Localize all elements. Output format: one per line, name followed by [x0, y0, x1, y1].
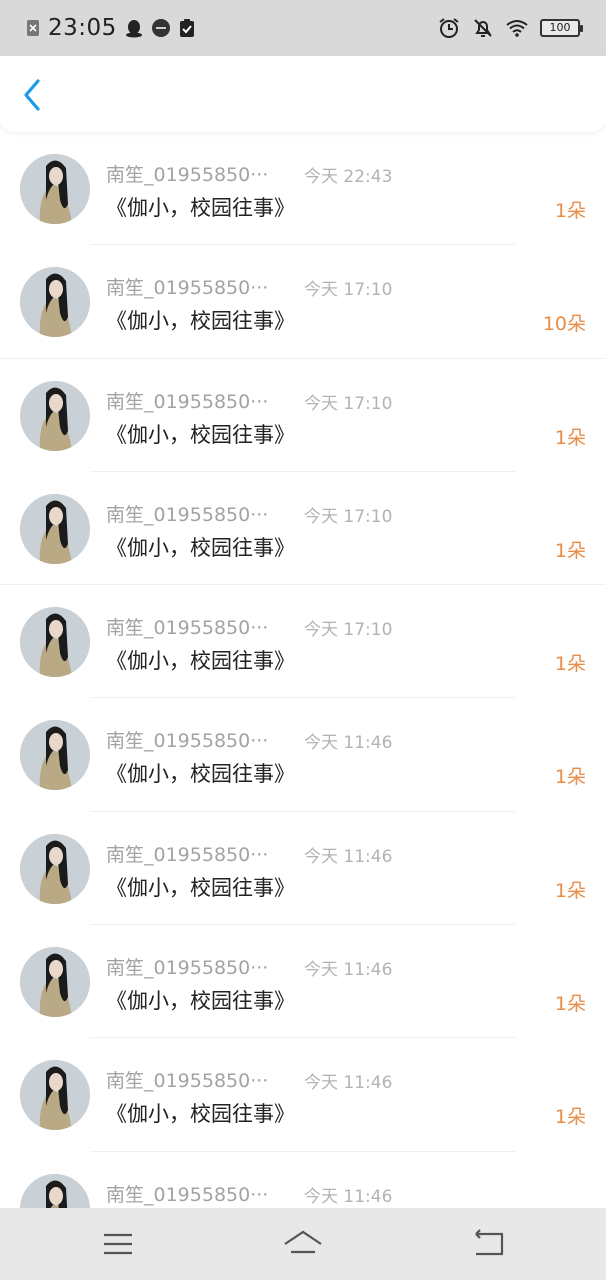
flower-count: 1朵 [554, 653, 586, 676]
battery-indicator: 100 [540, 19, 583, 37]
flower-count: 1朵 [554, 426, 586, 449]
book-title: 《伽小，校园往事》 [106, 309, 295, 334]
send-time: 今天 17:10 [304, 620, 393, 641]
avatar [20, 267, 90, 338]
flower-count: 1朵 [554, 993, 586, 1016]
avatar [20, 380, 90, 451]
sender-name: 南笙_01955850··· [106, 277, 269, 300]
book-title: 《伽小，校园往事》 [106, 875, 295, 900]
book-title: 《伽小，校园往事》 [106, 196, 295, 220]
gift-list: 南笙_01955850··· 今天 22:43 《伽小，校园往事》 1朵 南笙_… [0, 132, 606, 1265]
book-title: 《伽小，校园往事》 [106, 649, 295, 674]
book-title: 《伽小，校园往事》 [106, 422, 295, 447]
sender-name: 南笙_01955850··· [106, 957, 269, 980]
list-item[interactable]: 南笙_01955850··· 今天 11:46 《伽小，校园往事》 1朵 [0, 925, 606, 1039]
sender-name: 南笙_01955850··· [106, 164, 269, 186]
avatar [20, 947, 90, 1018]
sender-name: 南笙_01955850··· [106, 503, 269, 526]
app-badge-icon [151, 18, 171, 38]
status-time: 23:05 [48, 15, 117, 41]
avatar [20, 1060, 90, 1131]
status-bar: 23:05 100 [0, 0, 606, 56]
list-item[interactable]: 南笙_01955850··· 今天 11:46 《伽小，校园往事》 1朵 [0, 1038, 606, 1152]
send-time: 今天 17:10 [304, 280, 393, 301]
list-item[interactable]: 南笙_01955850··· 今天 11:46 《伽小，校园往事》 1朵 [0, 812, 606, 926]
bell-off-icon [472, 17, 494, 39]
list-item[interactable]: 南笙_01955850··· 今天 17:10 《伽小，校园往事》 10朵 [0, 245, 606, 359]
sender-name: 南笙_01955850··· [106, 390, 269, 413]
notification-x-icon [26, 19, 40, 37]
flower-count: 1朵 [554, 879, 586, 902]
home-icon[interactable] [283, 1224, 323, 1264]
list-item[interactable]: 南笙_01955850··· 今天 17:10 《伽小，校园往事》 1朵 [0, 472, 606, 586]
flower-count: 1朵 [554, 539, 586, 562]
wifi-icon [506, 19, 528, 37]
list-item[interactable]: 南笙_01955850··· 今天 17:10 《伽小，校园往事》 1朵 [0, 359, 606, 472]
book-title: 《伽小，校园往事》 [106, 535, 295, 560]
book-title: 《伽小，校园往事》 [106, 762, 295, 787]
sender-name: 南笙_01955850··· [106, 730, 269, 753]
sender-name: 南笙_01955850··· [106, 843, 269, 866]
send-time: 今天 17:10 [304, 506, 393, 527]
send-time: 今天 11:46 [304, 1186, 393, 1207]
return-icon[interactable] [468, 1224, 508, 1264]
avatar [20, 493, 90, 564]
flower-count: 10朵 [542, 313, 586, 336]
list-item[interactable]: 南笙_01955850··· 今天 17:10 《伽小，校园往事》 1朵 [0, 585, 606, 699]
list-item[interactable]: 南笙_01955850··· 今天 22:43 《伽小，校园往事》 1朵 [0, 132, 606, 246]
avatar [20, 154, 90, 224]
send-time: 今天 22:43 [304, 167, 393, 187]
sender-name: 南笙_01955850··· [106, 1183, 269, 1206]
qq-icon [125, 18, 143, 38]
flower-count: 1朵 [554, 200, 586, 222]
list-item[interactable]: 南笙_01955850··· 今天 11:46 《伽小，校园往事》 1朵 [0, 698, 606, 812]
avatar [20, 607, 90, 678]
book-title: 《伽小，校园往事》 [106, 989, 295, 1014]
back-chevron-icon[interactable] [20, 79, 50, 111]
send-time: 今天 11:46 [304, 960, 393, 981]
flower-count: 1朵 [554, 1106, 586, 1129]
avatar [20, 720, 90, 791]
send-time: 今天 11:46 [304, 846, 393, 867]
nav-bar [0, 56, 606, 132]
alarm-icon [438, 17, 460, 39]
system-nav-bar [0, 1208, 606, 1280]
sender-name: 南笙_01955850··· [106, 617, 269, 640]
avatar [20, 833, 90, 904]
send-time: 今天 11:46 [304, 733, 393, 754]
book-title: 《伽小，校园往事》 [106, 1102, 295, 1127]
send-time: 今天 17:10 [304, 393, 393, 414]
flower-count: 1朵 [554, 766, 586, 789]
clipboard-check-icon [179, 18, 195, 38]
menu-icon[interactable] [98, 1224, 138, 1264]
send-time: 今天 11:46 [304, 1073, 393, 1094]
sender-name: 南笙_01955850··· [106, 1070, 269, 1093]
